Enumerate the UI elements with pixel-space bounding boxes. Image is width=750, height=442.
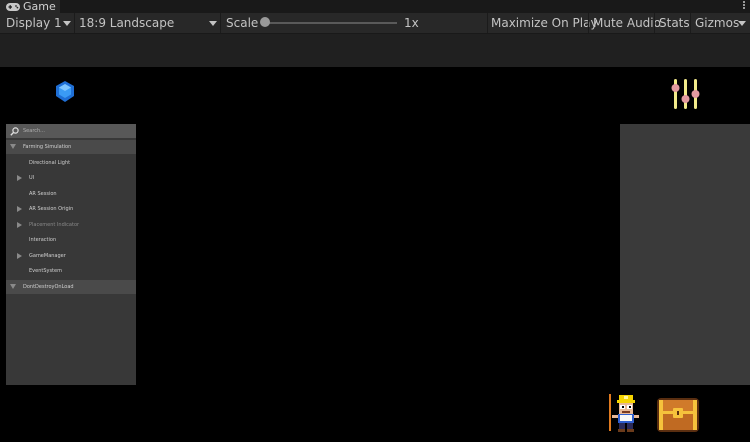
hierarchy-item-row[interactable]: UI: [6, 171, 136, 185]
inspector-panel: [620, 124, 750, 385]
search-placeholder: Search...: [23, 128, 45, 134]
hierarchy-row-label: Placement Indicator: [29, 221, 80, 228]
hierarchy-item-row[interactable]: Directional Light: [6, 156, 136, 170]
hierarchy-row-label: Directional Light: [29, 159, 71, 166]
hierarchy-row-label: AR Session Origin: [29, 206, 74, 212]
expand-arrow-icon[interactable]: [10, 283, 16, 289]
game-view-header-strip: [0, 34, 750, 67]
window-tab-bar: Game: [0, 0, 750, 13]
aspect-label: 18:9 Landscape: [79, 16, 175, 30]
hierarchy-item-row[interactable]: EventSystem: [6, 264, 136, 278]
sliders-icon[interactable]: [670, 77, 704, 111]
scale-slider-track[interactable]: [264, 22, 397, 24]
game-tab[interactable]: Game: [0, 0, 60, 13]
hierarchy-row-label: Farming Simulation: [23, 144, 72, 150]
search-icon: [10, 126, 19, 136]
hierarchy-row-label: DontDestroyOnLoad: [23, 283, 74, 290]
gizmos-dropdown[interactable]: Gizmos: [695, 13, 739, 33]
gamepad-icon: [6, 2, 20, 11]
hierarchy-item-row[interactable]: AR Session: [6, 187, 136, 201]
tab-title: Game: [23, 0, 56, 13]
miner-character-icon[interactable]: [607, 393, 643, 433]
hierarchy-row-label: UI: [29, 175, 35, 181]
treasure-chest-icon[interactable]: [656, 396, 700, 434]
collapse-arrow-icon[interactable]: [17, 175, 22, 181]
hierarchy-row-label: GameManager: [29, 252, 66, 259]
display-chevron-down-icon: [63, 21, 71, 26]
hierarchy-item-row[interactable]: GameManager: [6, 249, 136, 263]
scale-slider-knob[interactable]: [260, 17, 270, 27]
expand-arrow-icon[interactable]: [10, 144, 16, 149]
blue-gem-icon[interactable]: [55, 81, 75, 102]
hierarchy-row-label: EventSystem: [29, 268, 62, 274]
hierarchy-panel: Search... Farming Simulation Directional …: [6, 124, 136, 385]
mute-audio-toggle[interactable]: Mute Audio: [593, 13, 661, 33]
hierarchy-item-row[interactable]: Placement Indicator: [6, 218, 136, 232]
collapse-arrow-icon[interactable]: [17, 252, 22, 259]
hierarchy-scene-row[interactable]: DontDestroyOnLoad: [6, 279, 136, 294]
collapse-arrow-icon[interactable]: [17, 206, 22, 212]
collapse-arrow-icon[interactable]: [17, 221, 22, 228]
aspect-dropdown[interactable]: 18:9 Landscape: [79, 13, 174, 33]
display-dropdown[interactable]: Display 1: [6, 13, 62, 33]
hierarchy-search[interactable]: Search...: [6, 124, 136, 138]
hierarchy-row-label: AR Session: [29, 190, 57, 197]
gizmos-chevron-down-icon: [738, 21, 746, 26]
stats-toggle[interactable]: Stats: [659, 13, 690, 33]
scale-label: Scale: [226, 16, 259, 30]
display-label: Display 1: [6, 16, 62, 30]
aspect-chevron-down-icon: [209, 21, 217, 26]
hierarchy-row-label: Interaction: [29, 237, 57, 243]
hierarchy-item-row[interactable]: AR Session Origin: [6, 202, 136, 216]
more-options-icon[interactable]: [743, 1, 746, 10]
hierarchy-item-row[interactable]: Interaction: [6, 233, 136, 247]
scale-value: 1x: [404, 16, 419, 30]
maximize-on-play-toggle[interactable]: Maximize On Play: [491, 13, 598, 33]
hierarchy-scene-row[interactable]: Farming Simulation: [6, 140, 136, 154]
